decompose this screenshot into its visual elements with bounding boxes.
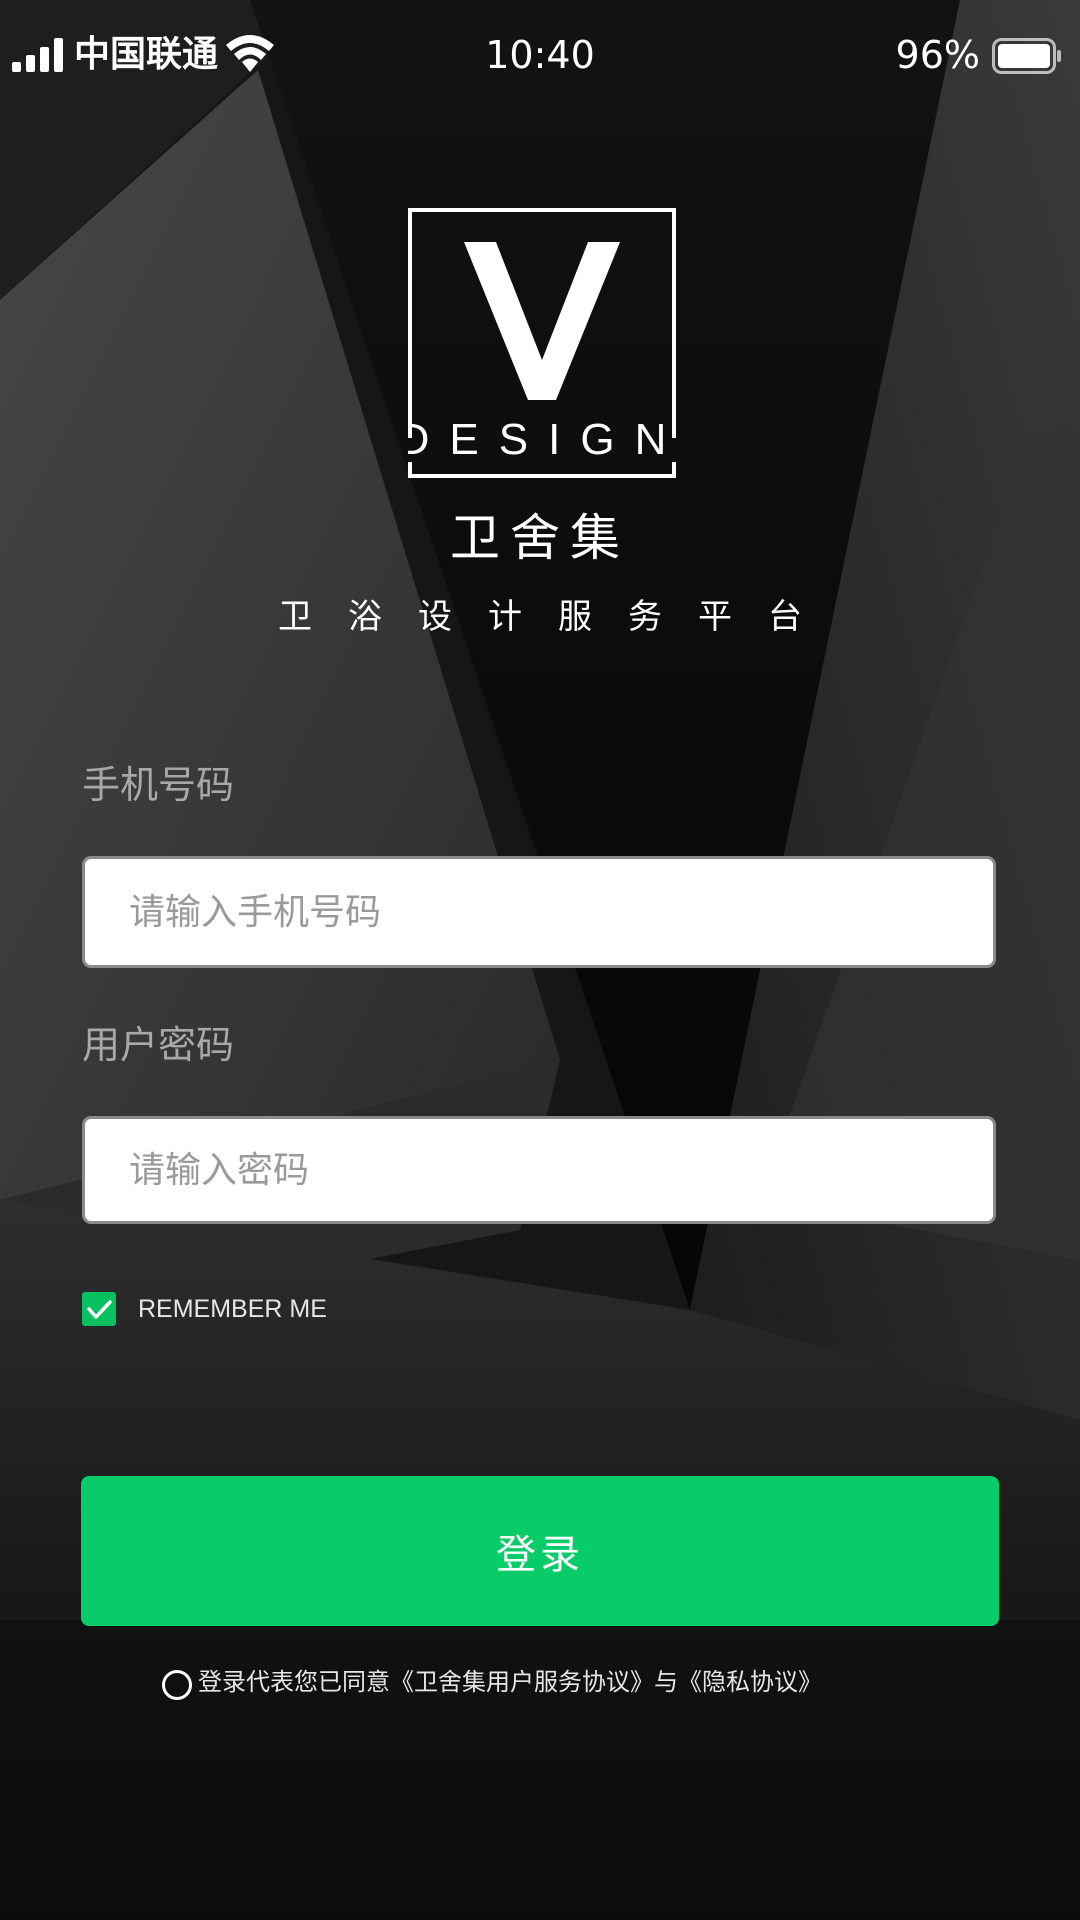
agreement-text[interactable]: 登录代表您已同意《卫舍集用户服务协议》与《隐私协议》 [198,1662,822,1702]
password-input[interactable] [129,1119,949,1221]
battery-percentage: 96% [895,33,980,77]
svg-text:DESIGN: DESIGN [408,415,676,464]
checkmark-icon [87,1300,112,1319]
password-field[interactable] [82,1116,996,1224]
phone-label: 手机号码 [82,763,235,807]
status-bar: 中国联通 10:40 96% [0,0,1080,110]
brand-name: 卫舍集 [450,509,630,567]
phone-field[interactable] [82,856,996,968]
remember-me-checkbox[interactable] [82,1292,116,1326]
login-button[interactable]: 登录 [81,1476,999,1626]
battery-icon [992,38,1061,74]
password-label: 用户密码 [82,1023,235,1067]
brand-tagline: 卫浴设计服务平台 [278,597,838,637]
phone-input[interactable] [129,859,949,965]
remember-me-label: REMEMBER ME [138,1295,327,1323]
agreement-radio[interactable] [162,1670,192,1700]
vdesign-logo: DESIGN [408,208,676,478]
login-screen: 中国联通 10:40 96% DESIGN 卫舍集 卫浴设计服务平台 手机号码 … [0,0,1080,1920]
